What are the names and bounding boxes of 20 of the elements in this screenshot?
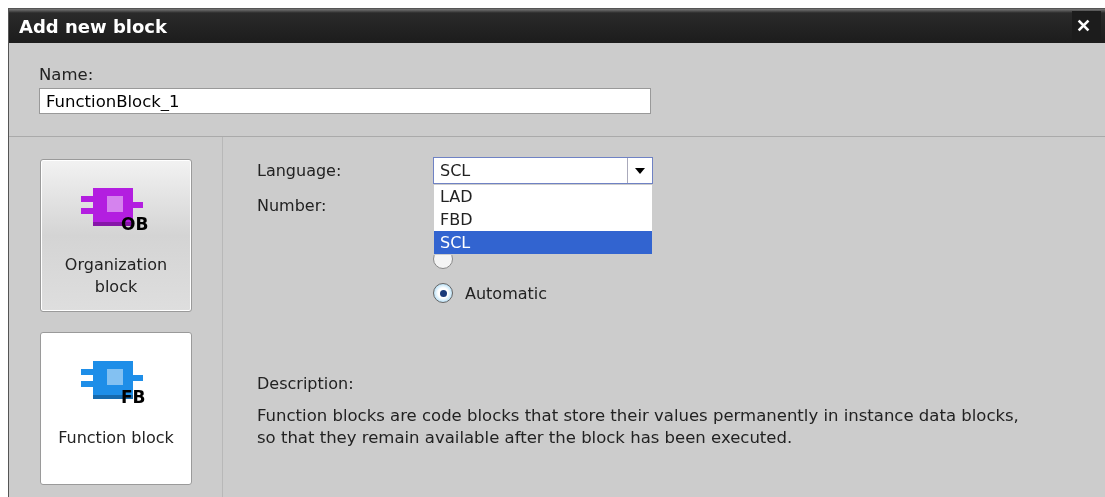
block-type-button[interactable]: FB Function block [40,332,192,485]
language-label: Language: [257,160,343,182]
caret-icon [635,167,645,174]
language-dropdown[interactable]: SCL [433,157,653,184]
name-field[interactable]: FunctionBlock_1 [39,88,651,114]
block-type-label: Function block [58,427,174,449]
radio-button[interactable] [433,283,453,303]
radio-label: Automatic [465,283,548,303]
dropdown-option[interactable]: FBD [434,208,652,231]
dropdown-option[interactable]: LAD [434,185,652,208]
window-title: Add new block [19,15,167,37]
block-type-code: OB [121,216,149,233]
name-label: Name: [39,65,95,84]
block-type-button[interactable]: OB Organization block [40,159,192,312]
number-label: Number: [257,195,328,217]
dropdown-option[interactable]: SCL [434,231,652,254]
block-type-label: Organization block [63,254,169,298]
description-label: Description: [257,374,355,393]
block-type-code: FB [121,389,146,406]
description-text: Function blocks are code blocks that store their values permanently in instance data blocks, so that they remain available after the block has been executed. [257,405,1020,449]
